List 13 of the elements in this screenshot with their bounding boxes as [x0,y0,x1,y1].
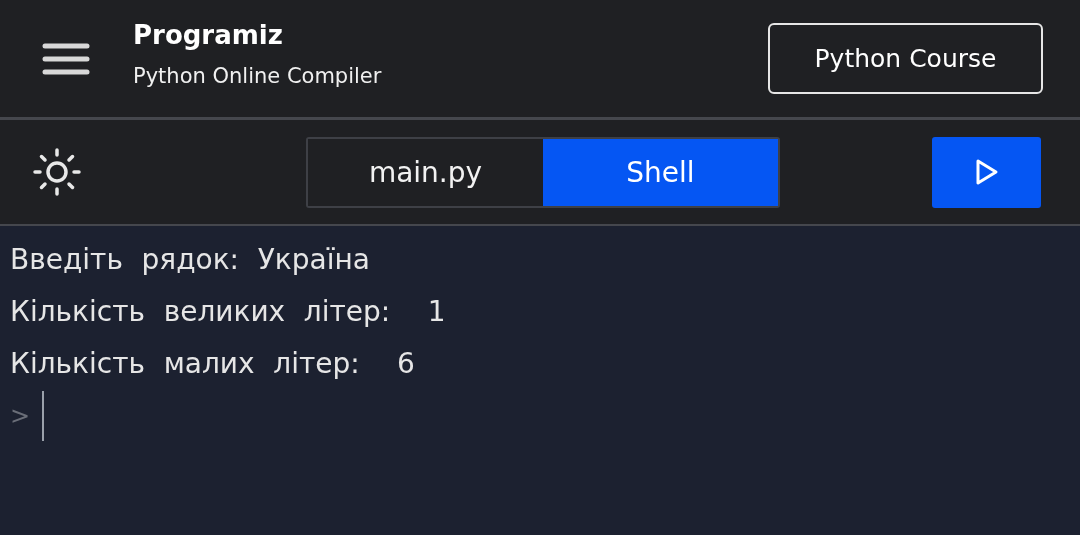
file-tab[interactable]: Shell [543,138,778,206]
output-line: Введіть рядок: Україна [10,242,371,278]
logo[interactable]: Programiz [133,19,382,50]
menu-icon[interactable] [42,41,90,76]
prompt-symbol: > [10,402,31,430]
play-icon [974,158,999,186]
course-button[interactable]: Python Course [768,23,1043,94]
sun-icon[interactable] [32,147,82,197]
output-line: Кількість великих літер: 1 [10,294,447,330]
run-button[interactable] [932,136,1041,208]
text-cursor[interactable] [42,391,45,441]
page-subtitle: Python Online Compiler [133,63,382,88]
output-line: Кількість малих літер: 6 [10,346,416,382]
